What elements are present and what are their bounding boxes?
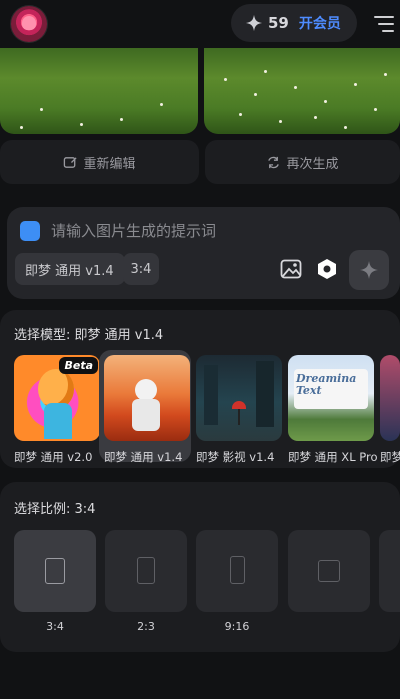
ratio-option-9-16[interactable]: 9:16 bbox=[196, 530, 278, 633]
model-section: 选择模型: 即梦 通用 v1.4 Beta 即梦 通用 v2.0 即梦 通用 v… bbox=[0, 310, 400, 468]
ratio-label: 2:3 bbox=[137, 620, 155, 633]
menu-icon[interactable] bbox=[372, 14, 394, 34]
model-card[interactable]: Beta 即梦 通用 v2.0 bbox=[14, 355, 100, 464]
sparkle-icon bbox=[245, 14, 263, 32]
vip-button[interactable]: 开会员 bbox=[299, 13, 341, 33]
model-thumbnail bbox=[380, 355, 400, 441]
regenerate-button[interactable]: 再次生成 bbox=[205, 140, 400, 184]
avatar[interactable] bbox=[11, 6, 47, 42]
hexagon-icon[interactable] bbox=[315, 257, 339, 281]
generate-button[interactable] bbox=[349, 250, 389, 290]
model-chip-label: 即梦 通用 v1.4 bbox=[25, 263, 114, 279]
model-card-selected[interactable]: 即梦 通用 v1.4 bbox=[99, 350, 191, 464]
sparkle-icon bbox=[360, 261, 378, 279]
credits-count: 59 bbox=[268, 14, 289, 32]
prompt-input[interactable] bbox=[51, 217, 351, 245]
ratio-section-title: 选择比例: 3:4 bbox=[14, 502, 96, 517]
ratio-chip[interactable]: 3:4 bbox=[123, 253, 159, 285]
model-card[interactable]: 即梦 bbox=[380, 355, 400, 464]
model-card[interactable]: Dreamina Text 即梦 通用 XL Pro bbox=[288, 355, 378, 464]
ratio-option-1-1[interactable] bbox=[288, 530, 370, 612]
edit-icon bbox=[64, 156, 78, 168]
model-section-title: 选择模型: 即梦 通用 v1.4 bbox=[14, 328, 164, 343]
ratio-section: 选择比例: 3:4 3:4 2:3 9:16 bbox=[0, 482, 400, 652]
ratio-option-3-4[interactable]: 3:4 bbox=[14, 530, 96, 633]
reedit-label: 重新编辑 bbox=[83, 156, 136, 172]
ratio-shape bbox=[318, 560, 340, 582]
ratio-shape bbox=[230, 556, 245, 584]
ratio-shape bbox=[137, 557, 155, 584]
prompt-checkbox[interactable] bbox=[20, 221, 40, 241]
ratio-option-more[interactable] bbox=[379, 530, 400, 612]
credits-pill[interactable]: 59 开会员 bbox=[231, 4, 357, 42]
image-icon[interactable] bbox=[279, 257, 303, 281]
reedit-button[interactable]: 重新编辑 bbox=[0, 140, 199, 184]
ratio-label: 3:4 bbox=[46, 620, 64, 633]
model-card[interactable]: 即梦 影视 v1.4 bbox=[196, 355, 282, 464]
model-thumbnail bbox=[196, 355, 282, 441]
model-name: 即梦 bbox=[380, 450, 400, 464]
thumb-text: Dreamina Text bbox=[296, 372, 357, 397]
top-bar: 59 开会员 bbox=[0, 0, 400, 48]
ratio-label: 9:16 bbox=[224, 620, 250, 633]
result-image-2[interactable] bbox=[204, 48, 400, 134]
model-thumbnail: Dreamina Text bbox=[288, 355, 374, 441]
regenerate-label: 再次生成 bbox=[286, 156, 339, 172]
prompt-card: 即梦 通用 v1.4 3:4 bbox=[7, 207, 400, 299]
result-image-1[interactable] bbox=[0, 48, 198, 134]
refresh-icon bbox=[268, 156, 280, 168]
ratio-chip-label: 3:4 bbox=[130, 261, 152, 277]
ratio-option-2-3[interactable]: 2:3 bbox=[105, 530, 187, 633]
model-thumbnail bbox=[104, 355, 190, 441]
model-chip[interactable]: 即梦 通用 v1.4 bbox=[15, 253, 125, 285]
beta-badge: Beta bbox=[59, 357, 98, 374]
ratio-shape bbox=[45, 558, 65, 584]
